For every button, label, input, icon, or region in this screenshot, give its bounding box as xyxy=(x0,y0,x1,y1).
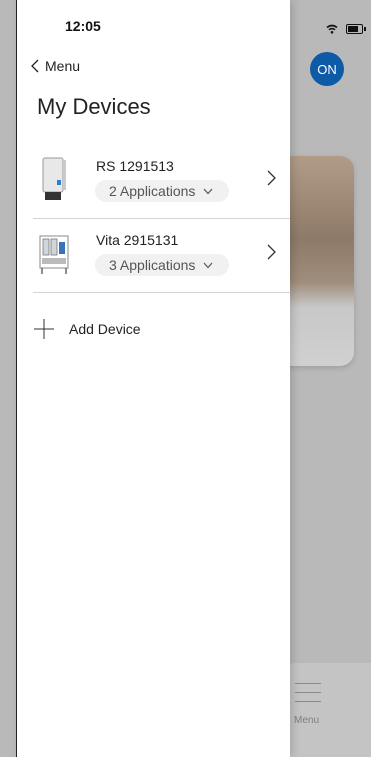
device-name: Vita 2915131 xyxy=(96,232,179,248)
chevron-right-icon[interactable] xyxy=(267,244,276,260)
device-row[interactable]: RS 1291513 2 Applications xyxy=(33,144,290,219)
back-label: Menu xyxy=(45,58,81,74)
bottom-tab-bar xyxy=(278,663,371,757)
device-name: RS 1291513 xyxy=(96,158,174,174)
device-row[interactable]: Vita 2915131 3 Applications xyxy=(33,218,290,293)
water-softener-device-icon xyxy=(42,157,66,200)
back-to-menu-button[interactable]: Menu xyxy=(31,58,80,74)
devices-drawer: 12:05 Menu My Devices RS 1291513 2 Appli… xyxy=(16,0,290,757)
applications-dropdown[interactable]: 2 Applications xyxy=(95,180,230,202)
chevron-down-icon xyxy=(203,262,213,268)
status-icons xyxy=(326,24,366,34)
applications-label: 2 Applications xyxy=(109,183,196,199)
filtration-rack-device-icon xyxy=(39,235,69,274)
bottom-menu-label[interactable]: Menu xyxy=(294,715,319,726)
applications-label: 3 Applications xyxy=(109,257,196,273)
status-time: 12:05 xyxy=(65,18,101,34)
on-badge[interactable]: ON xyxy=(310,52,344,86)
add-device-button[interactable]: Add Device xyxy=(33,318,141,340)
chevron-left-icon xyxy=(31,59,39,73)
page-title: My Devices xyxy=(37,94,151,119)
battery-icon xyxy=(346,24,366,34)
wifi-icon xyxy=(326,24,338,34)
hamburger-menu-icon[interactable] xyxy=(295,683,321,703)
applications-dropdown[interactable]: 3 Applications xyxy=(95,254,230,276)
chevron-down-icon xyxy=(203,188,213,194)
add-device-label: Add Device xyxy=(69,321,141,337)
chevron-right-icon[interactable] xyxy=(267,170,276,186)
plus-icon xyxy=(34,319,54,339)
